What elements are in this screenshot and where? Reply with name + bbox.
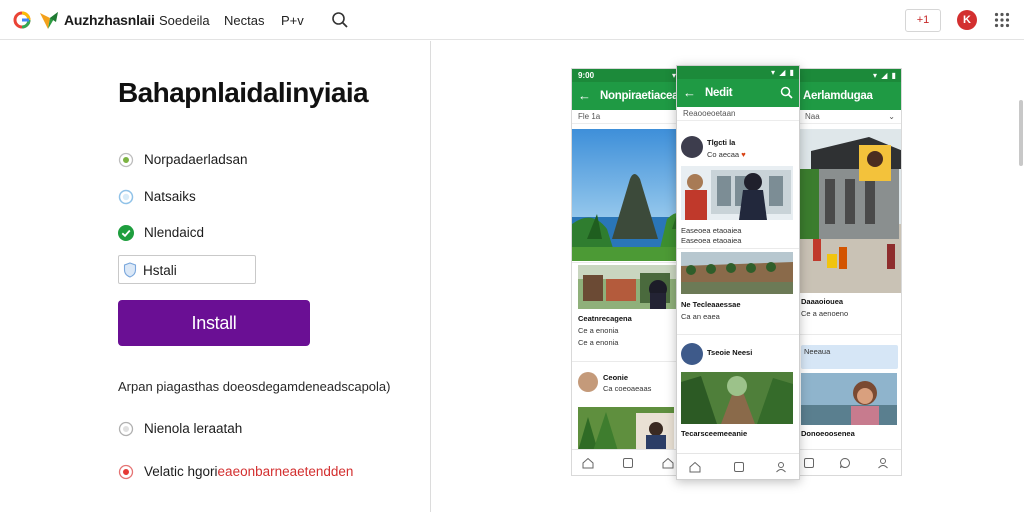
app-bar-title: Aerlamdugaa	[803, 90, 873, 102]
account-avatar[interactable]: K	[957, 10, 977, 30]
check-circle-icon[interactable]	[118, 225, 134, 241]
back-arrow-icon[interactable]: ←	[578, 82, 591, 110]
chevron-down-icon[interactable]: ⌄	[888, 110, 895, 124]
sub-header-text: Reaooeoetaan	[683, 109, 736, 118]
user-meta-1-text: Co aecaa	[707, 150, 740, 159]
app-bar-title: Nedit	[705, 87, 733, 99]
divider	[677, 334, 799, 335]
post-title-1: Ceatnrecagena	[578, 314, 632, 323]
people-photo[interactable]	[681, 166, 793, 220]
text-input-field[interactable]	[118, 255, 256, 284]
post-meta-1b: Ce a enonia	[578, 338, 619, 347]
sub-header: Reaooeoetaan	[677, 107, 799, 121]
caption-2: Donoeoosenea	[801, 429, 855, 438]
nav-item-2[interactable]: Nectas	[224, 13, 264, 28]
info-circle-icon	[118, 421, 134, 437]
user-name-1: Tlgcti la	[707, 138, 736, 147]
forest-photo[interactable]	[681, 372, 793, 424]
apps-grid-icon[interactable]	[994, 12, 1010, 28]
caption-2: Ne Tecleaaessae	[681, 300, 741, 309]
user-avatar[interactable]	[681, 343, 703, 365]
banner-text: Neeaua	[804, 347, 831, 356]
post-photo-2[interactable]	[578, 407, 674, 451]
radio-dot-icon[interactable]	[118, 152, 134, 168]
warning-circle-icon	[118, 464, 134, 480]
app-bar: Aerlamdugaa	[799, 82, 901, 110]
reaction-icon: ♥	[741, 150, 746, 159]
phone-screenshot-center: ▾ ◢ ▮ ← Nedit Reaooeoetaan Tlgcti la Co …	[676, 65, 800, 480]
temple-photo[interactable]	[799, 129, 902, 293]
radio-empty-icon[interactable]	[118, 189, 134, 205]
caption-3: Tecarsceemeeanie	[681, 429, 748, 438]
portrait-photo[interactable]	[801, 373, 897, 425]
phone-screenshot-right: ▾ ◢ ▮ Aerlamdugaa Naa ⌄ Daaaoiouea Ce a a…	[798, 68, 902, 476]
option-2-label: Natsaiks	[144, 189, 196, 204]
street-photo[interactable]	[681, 252, 793, 294]
install-note: Arpan piagasthas doeosdegamdeneadscapola…	[118, 379, 391, 394]
sub-header: Naa ⌄	[799, 110, 901, 124]
app-logo-icon[interactable]	[37, 8, 61, 32]
profile-icon[interactable]	[775, 461, 787, 473]
caption-1: Easeoea etaoaiea	[681, 226, 742, 235]
app-bar: ← Nedit	[677, 79, 799, 107]
post-name-2: Ceonie	[603, 373, 629, 382]
text-input[interactable]	[143, 260, 251, 280]
caption-2-meta: Ca an eaea	[681, 312, 720, 321]
shield-icon	[123, 262, 137, 278]
warning-text: Velatic hgorieaeonbarneaetendden	[144, 464, 353, 480]
page-title: Bahapnlaidalinyiaia	[118, 77, 369, 108]
post-photo-1[interactable]	[578, 265, 676, 309]
status-time: 9:00	[578, 71, 595, 80]
caption-1b: Easeoea etaoaiea	[681, 236, 742, 245]
status-bar: ▾ ◢ ▮	[677, 66, 799, 79]
bookmark-icon[interactable]	[622, 457, 634, 469]
bottom-nav	[677, 453, 799, 479]
back-arrow-icon[interactable]: ←	[683, 79, 696, 107]
divider	[677, 248, 799, 249]
bookmark-icon[interactable]	[733, 461, 745, 473]
info-text: Nienola leraatah	[144, 421, 243, 436]
post-meta-2: Ca coeoaeaas	[603, 384, 652, 393]
divider	[799, 334, 901, 335]
option-3-label: Nlendaicd	[144, 225, 205, 240]
caption-1-meta: Ce a aenoeno	[801, 309, 849, 318]
warning-prefix: Velatic hgori	[144, 464, 218, 479]
post-meta-1: Ce a enonia	[578, 326, 619, 335]
google-logo-icon[interactable]	[13, 11, 31, 29]
nav-item-1[interactable]: Soedeila	[159, 13, 210, 28]
info-banner[interactable]: Neeaua	[801, 345, 898, 369]
nav-item-3-label: P+v	[281, 13, 304, 28]
chat-icon[interactable]	[839, 457, 851, 469]
app-name[interactable]: Auzhzhasnlaii	[64, 12, 155, 28]
user-meta-1: Co aecaa ♥	[707, 150, 746, 159]
page-scrollbar[interactable]	[1019, 100, 1023, 166]
user-name-2: Tseoie Neesi	[707, 348, 753, 357]
flag-button[interactable]: +1	[905, 9, 941, 32]
home-icon[interactable]	[662, 457, 674, 469]
bookmark-icon[interactable]	[803, 457, 815, 469]
status-bar: ▾ ◢ ▮	[799, 69, 901, 82]
caption-1: Daaaoiouea	[801, 297, 844, 306]
option-1-label: Norpadaerladsan	[144, 152, 248, 167]
home-icon[interactable]	[689, 461, 701, 473]
sub-header-text: Fle 1a	[578, 112, 601, 121]
search-icon[interactable]	[780, 86, 793, 99]
install-button[interactable]: Install	[118, 300, 310, 346]
warning-red-text: eaeonbarneaetendden	[217, 464, 354, 479]
status-icons: ▾ ◢ ▮	[872, 71, 897, 80]
sub-header-text: Naa	[805, 112, 820, 121]
user-avatar[interactable]	[681, 136, 703, 158]
profile-icon[interactable]	[877, 457, 889, 469]
status-icons: ▾ ◢ ▮	[770, 68, 795, 77]
top-bar: Auzhzhasnlaii Soedeila Nectas P+v +1 K	[0, 0, 1024, 40]
install-panel: Bahapnlaidalinyiaia Norpadaerladsan Nats…	[0, 41, 431, 512]
search-icon[interactable]	[331, 11, 349, 29]
bottom-nav	[799, 449, 901, 475]
nav-item-3[interactable]: P+v	[281, 13, 304, 28]
user-avatar[interactable]	[578, 372, 598, 392]
home-icon[interactable]	[582, 457, 594, 469]
